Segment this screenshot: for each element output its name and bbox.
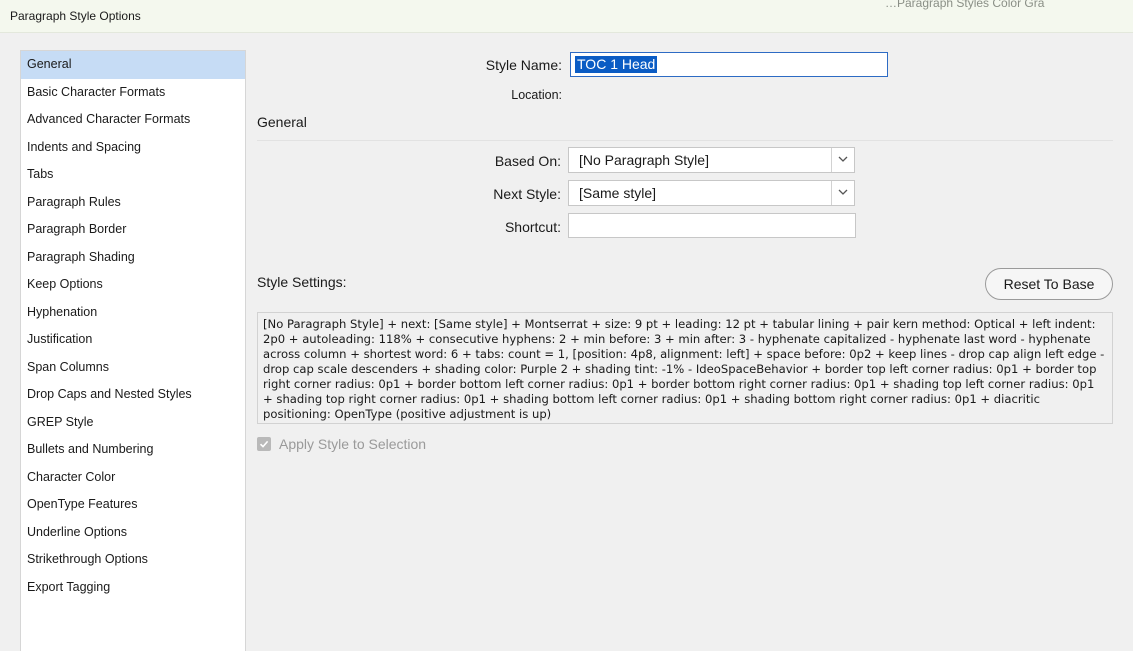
chevron-down-icon[interactable] [831, 181, 854, 205]
based-on-dropdown[interactable]: [No Paragraph Style] [568, 147, 855, 173]
next-style-label: Next Style: [493, 186, 561, 202]
sidebar-item-export-tagging[interactable]: Export Tagging [21, 574, 245, 602]
sidebar-item-paragraph-rules[interactable]: Paragraph Rules [21, 189, 245, 217]
sidebar-item-basic-character-formats[interactable]: Basic Character Formats [21, 79, 245, 107]
sidebar-item-bullets-and-numbering[interactable]: Bullets and Numbering [21, 436, 245, 464]
background-tabs-text: …Paragraph Styles Color Gra [885, 0, 1045, 10]
sidebar-item-character-color[interactable]: Character Color [21, 464, 245, 492]
style-settings-text: [No Paragraph Style] + next: [Same style… [257, 312, 1113, 424]
sidebar-item-opentype-features[interactable]: OpenType Features [21, 491, 245, 519]
sidebar-item-general[interactable]: General [21, 51, 245, 79]
style-name-value: TOC 1 Head [575, 56, 658, 73]
section-title: General [257, 114, 307, 130]
window-title: Paragraph Style Options [10, 9, 141, 23]
next-style-dropdown[interactable]: [Same style] [568, 180, 855, 206]
sidebar-item-paragraph-border[interactable]: Paragraph Border [21, 216, 245, 244]
sidebar-item-underline-options[interactable]: Underline Options [21, 519, 245, 547]
based-on-label: Based On: [494, 153, 561, 169]
based-on-value: [No Paragraph Style] [579, 152, 709, 168]
reset-to-base-button[interactable]: Reset To Base [985, 268, 1113, 300]
section-divider [257, 140, 1113, 141]
sidebar-item-justification[interactable]: Justification [21, 326, 245, 354]
apply-style-checkbox[interactable] [257, 437, 271, 451]
apply-style-label: Apply Style to Selection [279, 436, 427, 452]
location-label: Location: [511, 88, 562, 102]
sidebar-item-paragraph-shading[interactable]: Paragraph Shading [21, 244, 245, 272]
chevron-down-icon[interactable] [831, 148, 854, 172]
next-style-value: [Same style] [579, 185, 657, 201]
sidebar-item-tabs[interactable]: Tabs [21, 161, 245, 189]
sidebar-item-grep-style[interactable]: GREP Style [21, 409, 245, 437]
sidebar-item-keep-options[interactable]: Keep Options [21, 271, 245, 299]
style-name-input[interactable]: TOC 1 Head [570, 52, 888, 77]
shortcut-label: Shortcut: [504, 219, 561, 235]
sidebar-item-indents-and-spacing[interactable]: Indents and Spacing [21, 134, 245, 162]
sidebar-item-drop-caps-and-nested-styles[interactable]: Drop Caps and Nested Styles [21, 381, 245, 409]
sidebar-item-advanced-character-formats[interactable]: Advanced Character Formats [21, 106, 245, 134]
sidebar-item-span-columns[interactable]: Span Columns [21, 354, 245, 382]
style-name-label: Style Name: [485, 57, 562, 73]
shortcut-input[interactable] [568, 213, 856, 238]
sidebar-item-strikethrough-options[interactable]: Strikethrough Options [21, 546, 245, 574]
style-settings-label: Style Settings: [257, 274, 347, 290]
category-list[interactable]: General Basic Character Formats Advanced C… [20, 50, 246, 651]
sidebar-item-hyphenation[interactable]: Hyphenation [21, 299, 245, 327]
title-bar: Paragraph Style Options …Paragraph Style… [0, 0, 1133, 33]
